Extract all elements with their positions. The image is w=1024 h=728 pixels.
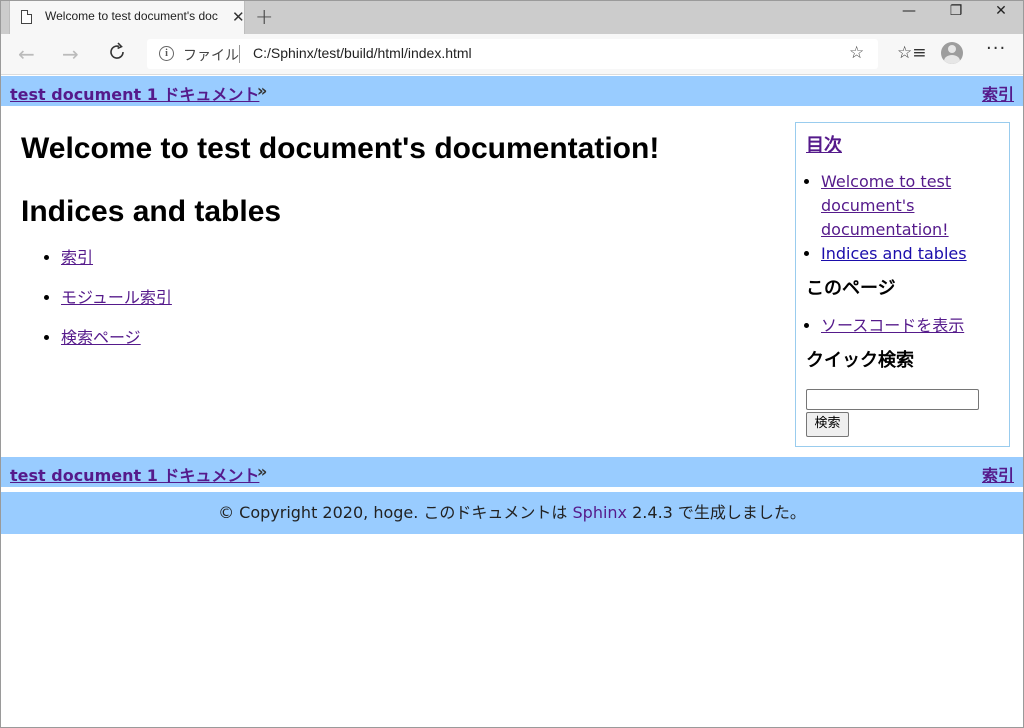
address-bar[interactable]: i ファイル C:/Sphinx/test/build/html/index.h…	[147, 39, 878, 69]
address-scheme-label: ファイル	[183, 48, 239, 64]
toc-title-link[interactable]: 目次	[806, 134, 842, 158]
page-viewport: test document 1 ドキュメント » 索引 Welcome to t…	[1, 76, 1023, 727]
search-page-link[interactable]: 検索ページ	[61, 328, 141, 347]
modindex-link[interactable]: モジュール索引	[61, 288, 172, 307]
browser-window: Welcome to test document's doc ✕ + — ❐ ✕…	[0, 0, 1024, 728]
section-heading: Indices and tables	[21, 195, 282, 228]
related-bar-bottom: test document 1 ドキュメント » 索引	[1, 457, 1023, 487]
forward-arrow-icon[interactable]: →	[62, 42, 79, 66]
favorites-list-icon[interactable]: ☆≡	[897, 43, 926, 63]
main-content: Welcome to test document's documentation…	[21, 128, 761, 368]
page-title: Welcome to test document's documentation…	[21, 132, 660, 165]
list-item: モジュール索引	[61, 288, 761, 308]
indices-list: 索引 モジュール索引 検索ページ	[21, 248, 761, 348]
index-link[interactable]: 索引	[982, 462, 1014, 486]
sphinx-link[interactable]: Sphinx	[573, 503, 628, 522]
breadcrumb-home-link[interactable]: test document 1 ドキュメント	[10, 81, 259, 105]
close-window-button[interactable]: ✕	[978, 3, 1023, 19]
list-item: 索引	[61, 248, 761, 268]
breadcrumb-separator: »	[257, 462, 268, 481]
address-separator	[239, 45, 240, 63]
list-item: 検索ページ	[61, 328, 761, 348]
toc-item: Welcome to test document's documentation…	[821, 170, 996, 242]
minimize-button[interactable]: —	[886, 3, 932, 19]
footer-copyright: © Copyright 2020, hoge. このドキュメントは	[218, 503, 573, 522]
more-dots-icon[interactable]: ···	[986, 38, 1006, 59]
show-source-link[interactable]: ソースコードを表示	[821, 316, 964, 335]
toc-link-welcome[interactable]: Welcome to test document's documentation…	[821, 172, 951, 239]
quick-search-heading: クイック検索	[806, 350, 914, 371]
profile-avatar-icon[interactable]	[941, 42, 963, 64]
footer: © Copyright 2020, hoge. このドキュメントは Sphinx…	[1, 492, 1023, 534]
breadcrumb-home-link[interactable]: test document 1 ドキュメント	[10, 462, 259, 486]
related-bar-top: test document 1 ドキュメント » 索引	[1, 76, 1023, 106]
genindex-link[interactable]: 索引	[61, 248, 93, 267]
this-page-heading: このページ	[806, 278, 896, 299]
address-url[interactable]: C:/Sphinx/test/build/html/index.html	[253, 45, 472, 61]
toc-list: Welcome to test document's documentation…	[806, 170, 996, 266]
page-icon	[21, 10, 32, 24]
info-icon[interactable]: i	[159, 46, 174, 61]
list-item: ソースコードを表示	[821, 314, 996, 338]
browser-tab[interactable]: Welcome to test document's doc ✕	[9, 1, 245, 34]
footer-version: 2.4.3 で生成しました。	[627, 503, 806, 522]
breadcrumb-separator: »	[257, 81, 268, 100]
toc-link-indices[interactable]: Indices and tables	[821, 244, 967, 263]
star-icon[interactable]: ☆	[849, 43, 864, 63]
sidebar: 目次 Welcome to test document's documentat…	[795, 122, 1010, 447]
reload-icon[interactable]	[106, 41, 128, 63]
index-link[interactable]: 索引	[982, 81, 1014, 105]
toc-item: Indices and tables	[821, 242, 996, 266]
tab-title: Welcome to test document's doc	[45, 9, 218, 23]
this-page-list: ソースコードを表示	[806, 314, 996, 338]
back-arrow-icon[interactable]: ←	[18, 42, 35, 66]
tab-close-icon[interactable]: ✕	[232, 8, 245, 26]
new-tab-button[interactable]: +	[255, 5, 273, 30]
search-button[interactable]: 検索	[806, 412, 849, 437]
restore-button[interactable]: ❐	[933, 3, 979, 19]
browser-toolbar: ← → i ファイル C:/Sphinx/test/build/html/ind…	[1, 34, 1023, 75]
search-input[interactable]	[806, 389, 979, 410]
tab-strip: Welcome to test document's doc ✕ + — ❐ ✕	[1, 1, 1023, 34]
